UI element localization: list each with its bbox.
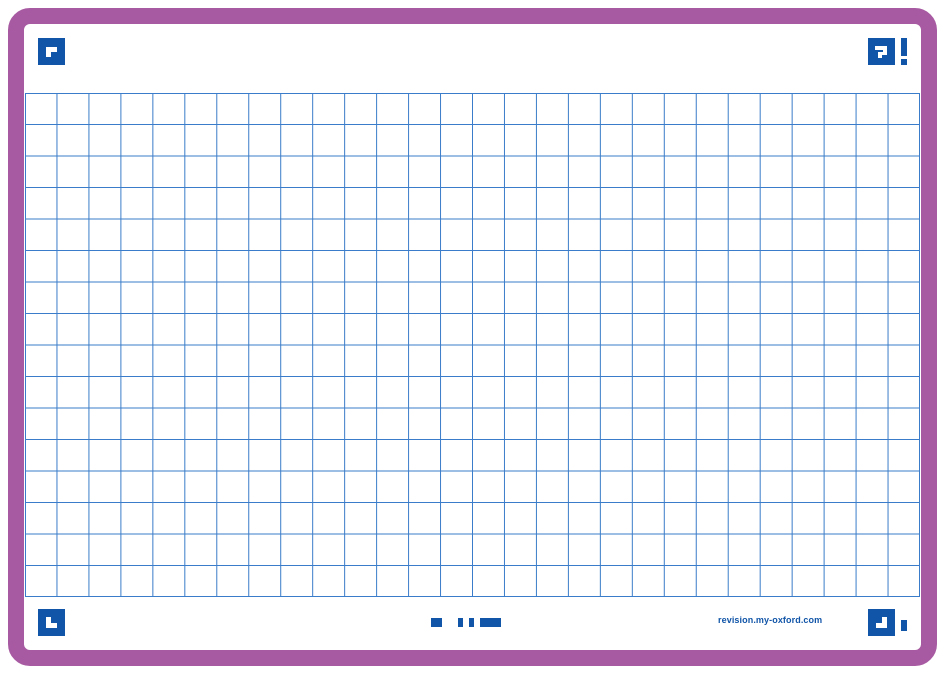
corner-mark-icon: [38, 609, 65, 636]
website-url: revision.my-oxford.com: [718, 615, 823, 625]
barcode-dash-icon: [431, 618, 501, 627]
question-exclamation-icon: [868, 38, 907, 65]
corner-mark-icon: [868, 609, 907, 636]
corner-mark-icon: [38, 38, 65, 65]
square-grid: [25, 93, 920, 597]
